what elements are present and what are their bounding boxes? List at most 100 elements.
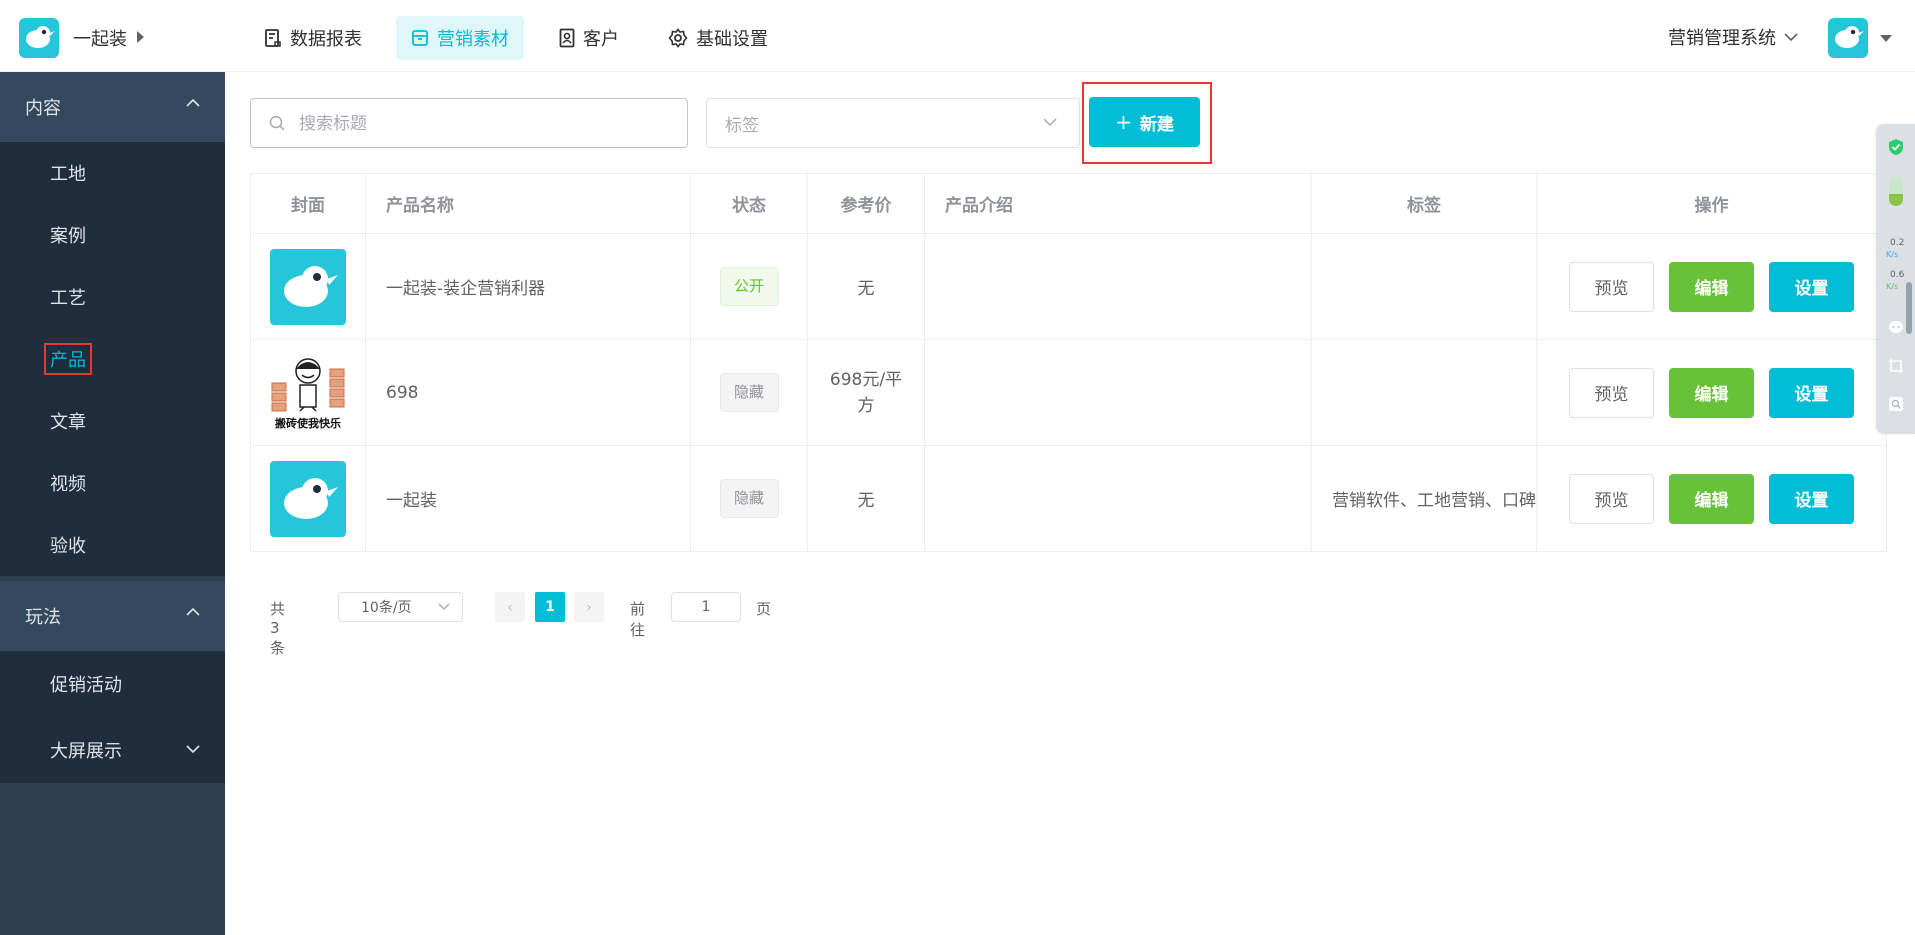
nav-basic-settings[interactable]: 基础设置 <box>653 16 783 60</box>
table-row: 一起装-装企营销利器 公开 无 预览 编辑 设置 <box>250 233 1887 340</box>
shield-icon <box>1888 138 1904 156</box>
settings-button[interactable]: 设置 <box>1769 261 1854 312</box>
sidebar-item-big-screen[interactable]: 大屏展示 <box>0 717 225 783</box>
goto-page-input[interactable] <box>671 592 741 622</box>
brand-name[interactable]: 一起装 <box>73 25 127 51</box>
settings-button[interactable]: 设置 <box>1769 473 1854 524</box>
chevron-down-icon <box>1043 118 1057 126</box>
preview-button[interactable]: 预览 <box>1569 261 1654 312</box>
page-size-select[interactable]: 10条/页 <box>338 592 463 622</box>
chevron-right-icon: › <box>586 598 592 616</box>
column-header-status: 状态 <box>690 173 808 234</box>
sidebar-item-craft[interactable]: 工艺 <box>0 266 225 328</box>
sidebar-item-label: 大屏展示 <box>50 741 122 762</box>
nav-marketing-material[interactable]: 营销素材 <box>396 16 524 60</box>
meme-image-icon <box>271 357 345 412</box>
product-tags: 营销软件、工地营销、口碑 <box>1311 445 1537 552</box>
product-table: 封面 产品名称 状态 参考价 产品介绍 标签 操作 一起装-装企营销利器 公开 … <box>250 173 1887 552</box>
screenshot-icon[interactable] <box>1888 358 1904 374</box>
product-cover-image[interactable] <box>270 460 346 537</box>
network-monitor-widget[interactable]: 0.2 K/s 0.6 K/s <box>1876 124 1915 434</box>
preview-button[interactable]: 预览 <box>1569 473 1654 524</box>
sidebar-item-acceptance[interactable]: 验收 <box>0 514 225 576</box>
sidebar-item-label: 工地 <box>50 164 86 185</box>
memory-usage-bar <box>1889 176 1903 206</box>
bird-logo-icon <box>284 477 338 519</box>
download-unit: K/s <box>1886 282 1899 291</box>
caret-down-icon[interactable] <box>1880 35 1892 42</box>
search-icon <box>269 115 285 131</box>
product-intro <box>924 233 1312 340</box>
next-page-button[interactable]: › <box>574 592 604 622</box>
sidebar-item-promotion[interactable]: 促销活动 <box>0 651 225 717</box>
temperature-gauge <box>1906 282 1912 334</box>
sidebar-group-label: 玩法 <box>25 607 61 628</box>
edit-button[interactable]: 编辑 <box>1669 261 1754 312</box>
prev-page-button[interactable]: ‹ <box>495 592 525 622</box>
sidebar: 内容 工地 案例 工艺 产品 文章 视频 验收 玩法 促销活动 大屏展示 <box>0 72 225 935</box>
column-header-tags: 标签 <box>1311 173 1537 234</box>
chevron-down-icon <box>438 603 450 610</box>
upload-speed: 0.2 <box>1890 238 1905 248</box>
preview-button[interactable]: 预览 <box>1569 367 1654 418</box>
product-cover-image[interactable]: 搬砖使我快乐 <box>270 354 346 431</box>
product-tags <box>1311 339 1537 446</box>
search-icon[interactable] <box>1888 396 1904 412</box>
bird-logo-icon <box>1835 26 1864 48</box>
sidebar-item-product[interactable]: 产品 <box>0 328 225 390</box>
chevron-left-icon: ‹ <box>507 598 513 616</box>
product-intro <box>924 445 1312 552</box>
nav-label: 客户 <box>583 29 619 50</box>
status-badge: 隐藏 <box>719 479 779 518</box>
chat-icon[interactable] <box>1888 320 1904 334</box>
edit-button[interactable]: 编辑 <box>1669 367 1754 418</box>
current-page[interactable]: 1 <box>535 592 565 622</box>
bird-logo-icon <box>284 265 338 307</box>
edit-button[interactable]: 编辑 <box>1669 473 1754 524</box>
sidebar-group-content[interactable]: 内容 <box>0 72 225 142</box>
plus-icon: + <box>1115 110 1132 134</box>
nav-customers[interactable]: 客户 <box>544 16 634 60</box>
settings-button[interactable]: 设置 <box>1769 367 1854 418</box>
column-header-name: 产品名称 <box>365 173 691 234</box>
sidebar-item-label: 验收 <box>50 536 86 557</box>
product-price: 无 <box>807 445 925 552</box>
chevron-down-icon <box>186 745 200 753</box>
tag-select-placeholder: 标签 <box>725 115 759 136</box>
nav-label: 营销素材 <box>437 29 509 50</box>
sidebar-item-label: 文章 <box>50 412 86 433</box>
table-header-row: 封面 产品名称 状态 参考价 产品介绍 标签 操作 <box>250 173 1887 234</box>
page-suffix: 页 <box>756 600 772 618</box>
sidebar-item-label: 案例 <box>50 226 86 247</box>
sidebar-item-label: 工艺 <box>50 288 86 309</box>
sidebar-item-label: 产品 <box>44 343 92 375</box>
product-name: 一起装-装企营销利器 <box>365 233 691 340</box>
sidebar-item-label: 促销活动 <box>50 675 122 696</box>
sidebar-item-video[interactable]: 视频 <box>0 452 225 514</box>
product-cover-image[interactable] <box>270 248 346 325</box>
page-size-value: 10条/页 <box>361 600 412 616</box>
user-avatar[interactable] <box>1828 18 1868 58</box>
sidebar-group-gameplay[interactable]: 玩法 <box>0 581 225 651</box>
pagination-total: 共 3 条 <box>270 600 286 657</box>
sidebar-item-article[interactable]: 文章 <box>0 390 225 452</box>
row-actions: 预览 编辑 设置 <box>1538 367 1886 418</box>
nav-data-report[interactable]: 数据报表 <box>249 16 377 60</box>
status-badge: 公开 <box>719 267 779 306</box>
system-switcher[interactable]: 营销管理系统 <box>1668 24 1798 50</box>
contact-icon <box>559 28 575 48</box>
search-input[interactable] <box>297 99 681 149</box>
app-logo[interactable] <box>19 18 59 58</box>
product-tags <box>1311 233 1537 340</box>
new-button[interactable]: + 新建 <box>1089 97 1200 147</box>
sidebar-item-site[interactable]: 工地 <box>0 142 225 204</box>
nav-label: 基础设置 <box>696 29 768 50</box>
sidebar-item-case[interactable]: 案例 <box>0 204 225 266</box>
product-intro <box>924 339 1312 446</box>
table-row: 一起装 隐藏 无 营销软件、工地营销、口碑 预览 编辑 设置 <box>250 445 1887 552</box>
tag-select[interactable]: 标签 <box>706 98 1080 148</box>
chevron-up-icon <box>186 608 200 616</box>
product-name: 一起装 <box>365 445 691 552</box>
chevron-down-icon <box>1784 33 1798 41</box>
caret-right-icon[interactable] <box>137 31 144 43</box>
